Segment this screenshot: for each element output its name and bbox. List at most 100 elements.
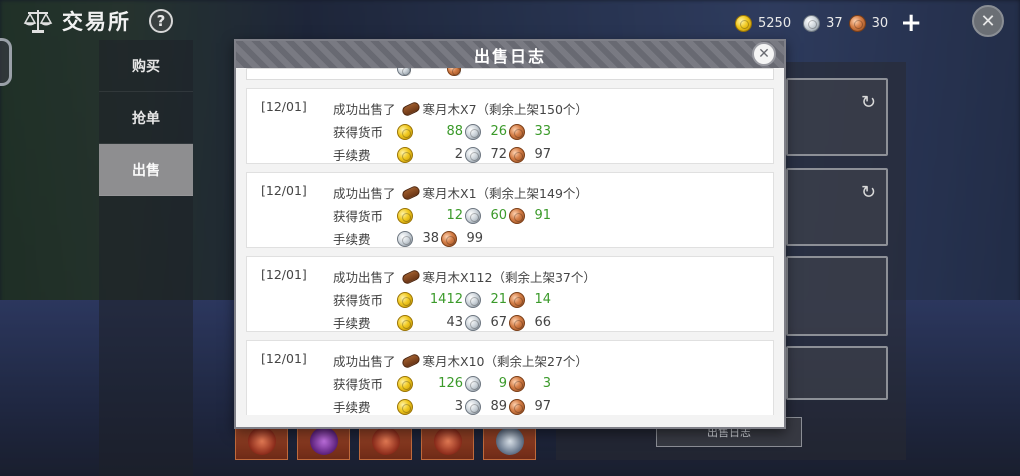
close-exchange-button[interactable]: ✕ [972, 5, 1004, 37]
log-prefix: 成功出售了 [333, 102, 396, 117]
listing-slot[interactable]: ↻ [786, 78, 888, 156]
silver-coin-icon [397, 230, 413, 247]
log-entry: [12/01] 成功出售了 寒月木X7（剩余上架150个） 获得货币 88 26… [246, 88, 774, 164]
bronze-coin-icon [447, 68, 461, 76]
silver-amount: 26 [490, 124, 507, 139]
wood-log-icon [400, 100, 421, 117]
fee-label: 手续费 [333, 316, 371, 331]
gold-coin-icon [397, 398, 413, 415]
refresh-icon[interactable]: ↻ [861, 92, 876, 113]
bronze-coin-icon [509, 291, 525, 308]
top-bar: 交易所 ? 5250 37 30 + ✕ [0, 0, 1020, 40]
wood-log-icon [400, 352, 421, 369]
modal-close-button[interactable]: ✕ [752, 42, 776, 66]
bronze-amount: 66 [534, 315, 551, 330]
log-message: 成功出售了 寒月木X1（剩余上架149个） [333, 183, 588, 202]
fee-row: 手续费 38 99 [333, 229, 483, 248]
earned-label: 获得货币 [333, 293, 384, 308]
add-currency-button[interactable]: + [900, 10, 922, 36]
tab-sell[interactable]: 出售 [99, 144, 193, 196]
silver-coin-icon [465, 314, 481, 331]
modal-title: 出售日志 [473, 46, 546, 66]
title-group: 交易所 ? [22, 6, 173, 36]
gold-amount: 126 [438, 376, 463, 391]
log-list[interactable]: [12/01] 成功出售了 寒月木X7（剩余上架150个） 获得货币 88 26… [246, 68, 774, 415]
bronze-amount: 91 [534, 208, 551, 223]
gold-amount: 1412 [429, 292, 463, 307]
fee-amounts: 38 99 [397, 230, 483, 247]
gold-amount: 12 [446, 208, 463, 223]
fee-amounts: 2 72 97 [397, 146, 551, 163]
log-item: 寒月木X112（剩余上架37个） [422, 270, 596, 285]
log-prefix: 成功出售了 [333, 186, 396, 201]
listing-slot[interactable] [786, 256, 888, 336]
silver-amount: 72 [490, 147, 507, 162]
gold-amount: 2 [454, 147, 463, 162]
bronze-amount: 30 [871, 15, 889, 31]
silver-amount: 89 [490, 399, 507, 414]
fee-label: 手续费 [333, 400, 371, 415]
silver-amount: 21 [490, 292, 507, 307]
bronze-coin-icon [509, 375, 525, 392]
silver-amount: 37 [826, 15, 843, 31]
tab-buy[interactable]: 购买 [99, 40, 193, 92]
listing-slot[interactable]: ↻ [786, 168, 888, 246]
silver-coin-icon [465, 146, 481, 163]
page-title: 交易所 [62, 10, 131, 34]
bronze-amount: 14 [534, 292, 551, 307]
log-message: 成功出售了 寒月木X112（剩余上架37个） [333, 267, 596, 286]
earned-amounts: 1412 21 14 [397, 291, 551, 308]
bronze-amount: 97 [534, 399, 551, 414]
wood-log-icon [400, 268, 421, 285]
log-item: 寒月木X1（剩余上架149个） [422, 186, 588, 201]
earned-row: 获得货币 88 26 33 [333, 122, 551, 141]
log-message: 成功出售了 寒月木X10（剩余上架27个） [333, 351, 588, 370]
earned-row: 获得货币 12 60 91 [333, 206, 551, 225]
bronze-coin-icon [848, 14, 866, 32]
silver-coin-icon [465, 207, 481, 224]
silver-amount: 9 [498, 376, 507, 391]
fee-amounts: 3 89 97 [397, 398, 551, 415]
fee-amounts: 43 67 66 [397, 314, 551, 331]
bronze-coin-icon [509, 398, 525, 415]
modal-header: 出售日志 ✕ [236, 41, 784, 68]
bronze-coin-icon [441, 230, 457, 247]
refresh-icon[interactable]: ↻ [861, 182, 876, 203]
fee-row: 手续费 43 67 66 [333, 313, 551, 332]
silver-amount: 67 [490, 315, 507, 330]
fee-row: 手续费 3 89 97 [333, 397, 551, 415]
tab-grab-order[interactable]: 抢单 [99, 92, 193, 144]
gold-amount: 43 [446, 315, 463, 330]
help-button[interactable]: ? [149, 9, 173, 33]
gold-coin-icon [397, 146, 413, 163]
bronze-amount: 99 [466, 231, 483, 246]
log-entry: [12/01] 成功出售了 寒月木X112（剩余上架37个） 获得货币 1412… [246, 256, 774, 332]
listing-slot[interactable] [786, 346, 888, 400]
side-menu-handle[interactable] [0, 38, 12, 86]
bronze-coin-icon [509, 314, 525, 331]
log-item: 寒月木X10（剩余上架27个） [422, 354, 588, 369]
log-date: [12/01] [261, 99, 307, 114]
log-date: [12/01] [261, 267, 307, 282]
silver-coin-icon [465, 375, 481, 392]
bronze-amount: 97 [534, 147, 551, 162]
gold-coin-icon [397, 207, 413, 224]
earned-label: 获得货币 [333, 377, 384, 392]
silver-amount: 60 [490, 208, 507, 223]
log-entry-partial [246, 68, 774, 80]
bronze-amount: 3 [542, 376, 551, 391]
gold-coin-icon [397, 314, 413, 331]
earned-row: 获得货币 126 9 3 [333, 374, 551, 393]
gold-coin-icon [735, 14, 753, 32]
earned-label: 获得货币 [333, 209, 384, 224]
log-entry: [12/01] 成功出售了 寒月木X1（剩余上架149个） 获得货币 12 60… [246, 172, 774, 248]
gold-coin-icon [397, 375, 413, 392]
bronze-coin-icon [509, 146, 525, 163]
bronze-coin-icon [509, 207, 525, 224]
sell-log-modal: 出售日志 ✕ [12/01] 成功出售了 寒月木X7（剩余上架150个） 获得货… [234, 39, 786, 429]
earned-amounts: 12 60 91 [397, 207, 551, 224]
log-entry: [12/01] 成功出售了 寒月木X10（剩余上架27个） 获得货币 126 9… [246, 340, 774, 415]
silver-coin-icon [465, 398, 481, 415]
log-prefix: 成功出售了 [333, 354, 396, 369]
log-message: 成功出售了 寒月木X7（剩余上架150个） [333, 99, 588, 118]
